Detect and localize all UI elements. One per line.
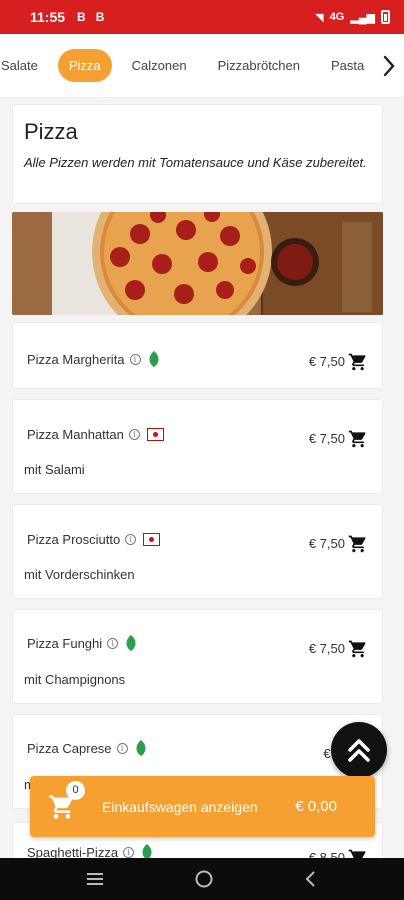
section-subtitle: Alle Pizzen werden mit Tomatensauce und … [24,155,367,170]
item-price: € 7,50 [308,641,345,656]
item-description: mit Champignons [24,672,126,687]
item-name: Pizza Funghi [27,635,103,651]
add-to-cart-icon[interactable] [348,352,368,372]
info-icon[interactable]: i [129,353,141,365]
item-name-row: Spaghetti-Pizza i [27,844,153,858]
leaf-icon [149,351,159,367]
meat-icon [143,533,161,546]
menu-item[interactable]: Pizza Funghi i € 7,50 mit Champignons [12,609,383,704]
item-description: mit Salami [24,462,85,477]
battery-icon [381,10,390,24]
status-time: 11:55 [30,9,66,25]
meat-icon [146,428,164,441]
item-name-row: Pizza Funghi i [27,635,137,651]
tab-pizza[interactable]: Pizza [57,49,112,82]
network-label: 4G [329,11,345,23]
section-title: Pizza [24,119,78,144]
add-to-cart-icon[interactable] [348,534,368,554]
item-name: Pizza Caprese [27,740,112,756]
cart-total: € 0,00 [295,798,337,815]
item-name-row: Pizza Prosciutto i [27,532,161,547]
item-name: Pizza Margherita [27,351,125,367]
status-indicators: ◥ 4G ▂▄▆ [315,10,390,24]
status-bar: 11:55 B B ◥ 4G ▂▄▆ [0,0,404,34]
tab-pizzabroetchen[interactable]: Pizzabrötchen [207,49,311,82]
cart-icon-wrap: 0 [48,780,85,821]
add-to-cart-icon[interactable] [348,848,368,858]
info-icon[interactable]: i [125,534,137,545]
info-icon[interactable]: i [123,846,135,858]
home-icon[interactable] [194,869,214,889]
notification-icon-2: B [95,10,105,24]
back-icon[interactable] [303,870,319,888]
pizza-banner-image [12,212,383,315]
section-header: Pizza Alle Pizzen werden mit Tomatensauc… [12,104,383,204]
scroll-to-top-button[interactable] [331,722,387,778]
add-to-cart-icon[interactable] [348,639,368,659]
signal-icon: ▂▄▆ [350,11,375,24]
info-icon[interactable]: i [116,742,128,754]
system-nav-bar [0,858,404,900]
view-cart-label: Einkaufswagen anzeigen [102,798,258,815]
view-cart-button[interactable]: 0 Einkaufswagen anzeigen € 0,00 [30,776,375,837]
item-price: € 7,50 [308,536,345,551]
item-name-row: Pizza Margherita i [27,351,160,367]
leaf-icon [142,844,152,858]
info-icon[interactable]: i [128,429,140,440]
tab-salate[interactable]: Salate [0,49,49,82]
notification-icon: B [77,10,86,24]
item-price: € 8,50 [308,850,345,858]
tab-calzonen[interactable]: Calzonen [121,49,198,82]
add-to-cart-icon[interactable] [348,429,368,449]
item-name-row: Pizza Caprese i [27,740,147,756]
chevron-right-icon[interactable] [374,34,404,97]
double-chevron-up-icon [348,739,370,762]
item-description: mit Vorderschinken [24,567,135,582]
item-name-row: Pizza Manhattan i [27,427,164,442]
category-tabs: Salate Pizza Calzonen Pizzabrötchen Past… [0,34,404,98]
leaf-icon [126,635,136,651]
item-name: Pizza Manhattan [27,427,124,442]
wifi-icon: ◥ [315,11,324,24]
tab-pasta[interactable]: Pasta [320,49,375,82]
recent-apps-icon[interactable] [85,871,105,887]
menu-item[interactable]: Pizza Manhattan i € 7,50 mit Salami [12,399,383,494]
item-price: € 7,50 [308,354,345,369]
cart-count-badge: 0 [66,780,85,800]
menu-item[interactable]: Pizza Prosciutto i € 7,50 mit Vorderschi… [12,504,383,599]
info-icon[interactable]: i [107,637,119,649]
menu-item[interactable]: Pizza Margherita i € 7,50 [12,322,383,389]
item-name: Pizza Prosciutto [27,532,121,547]
item-name: Spaghetti-Pizza [27,844,119,859]
item-price: € 7,50 [308,431,345,446]
leaf-icon [136,740,146,756]
